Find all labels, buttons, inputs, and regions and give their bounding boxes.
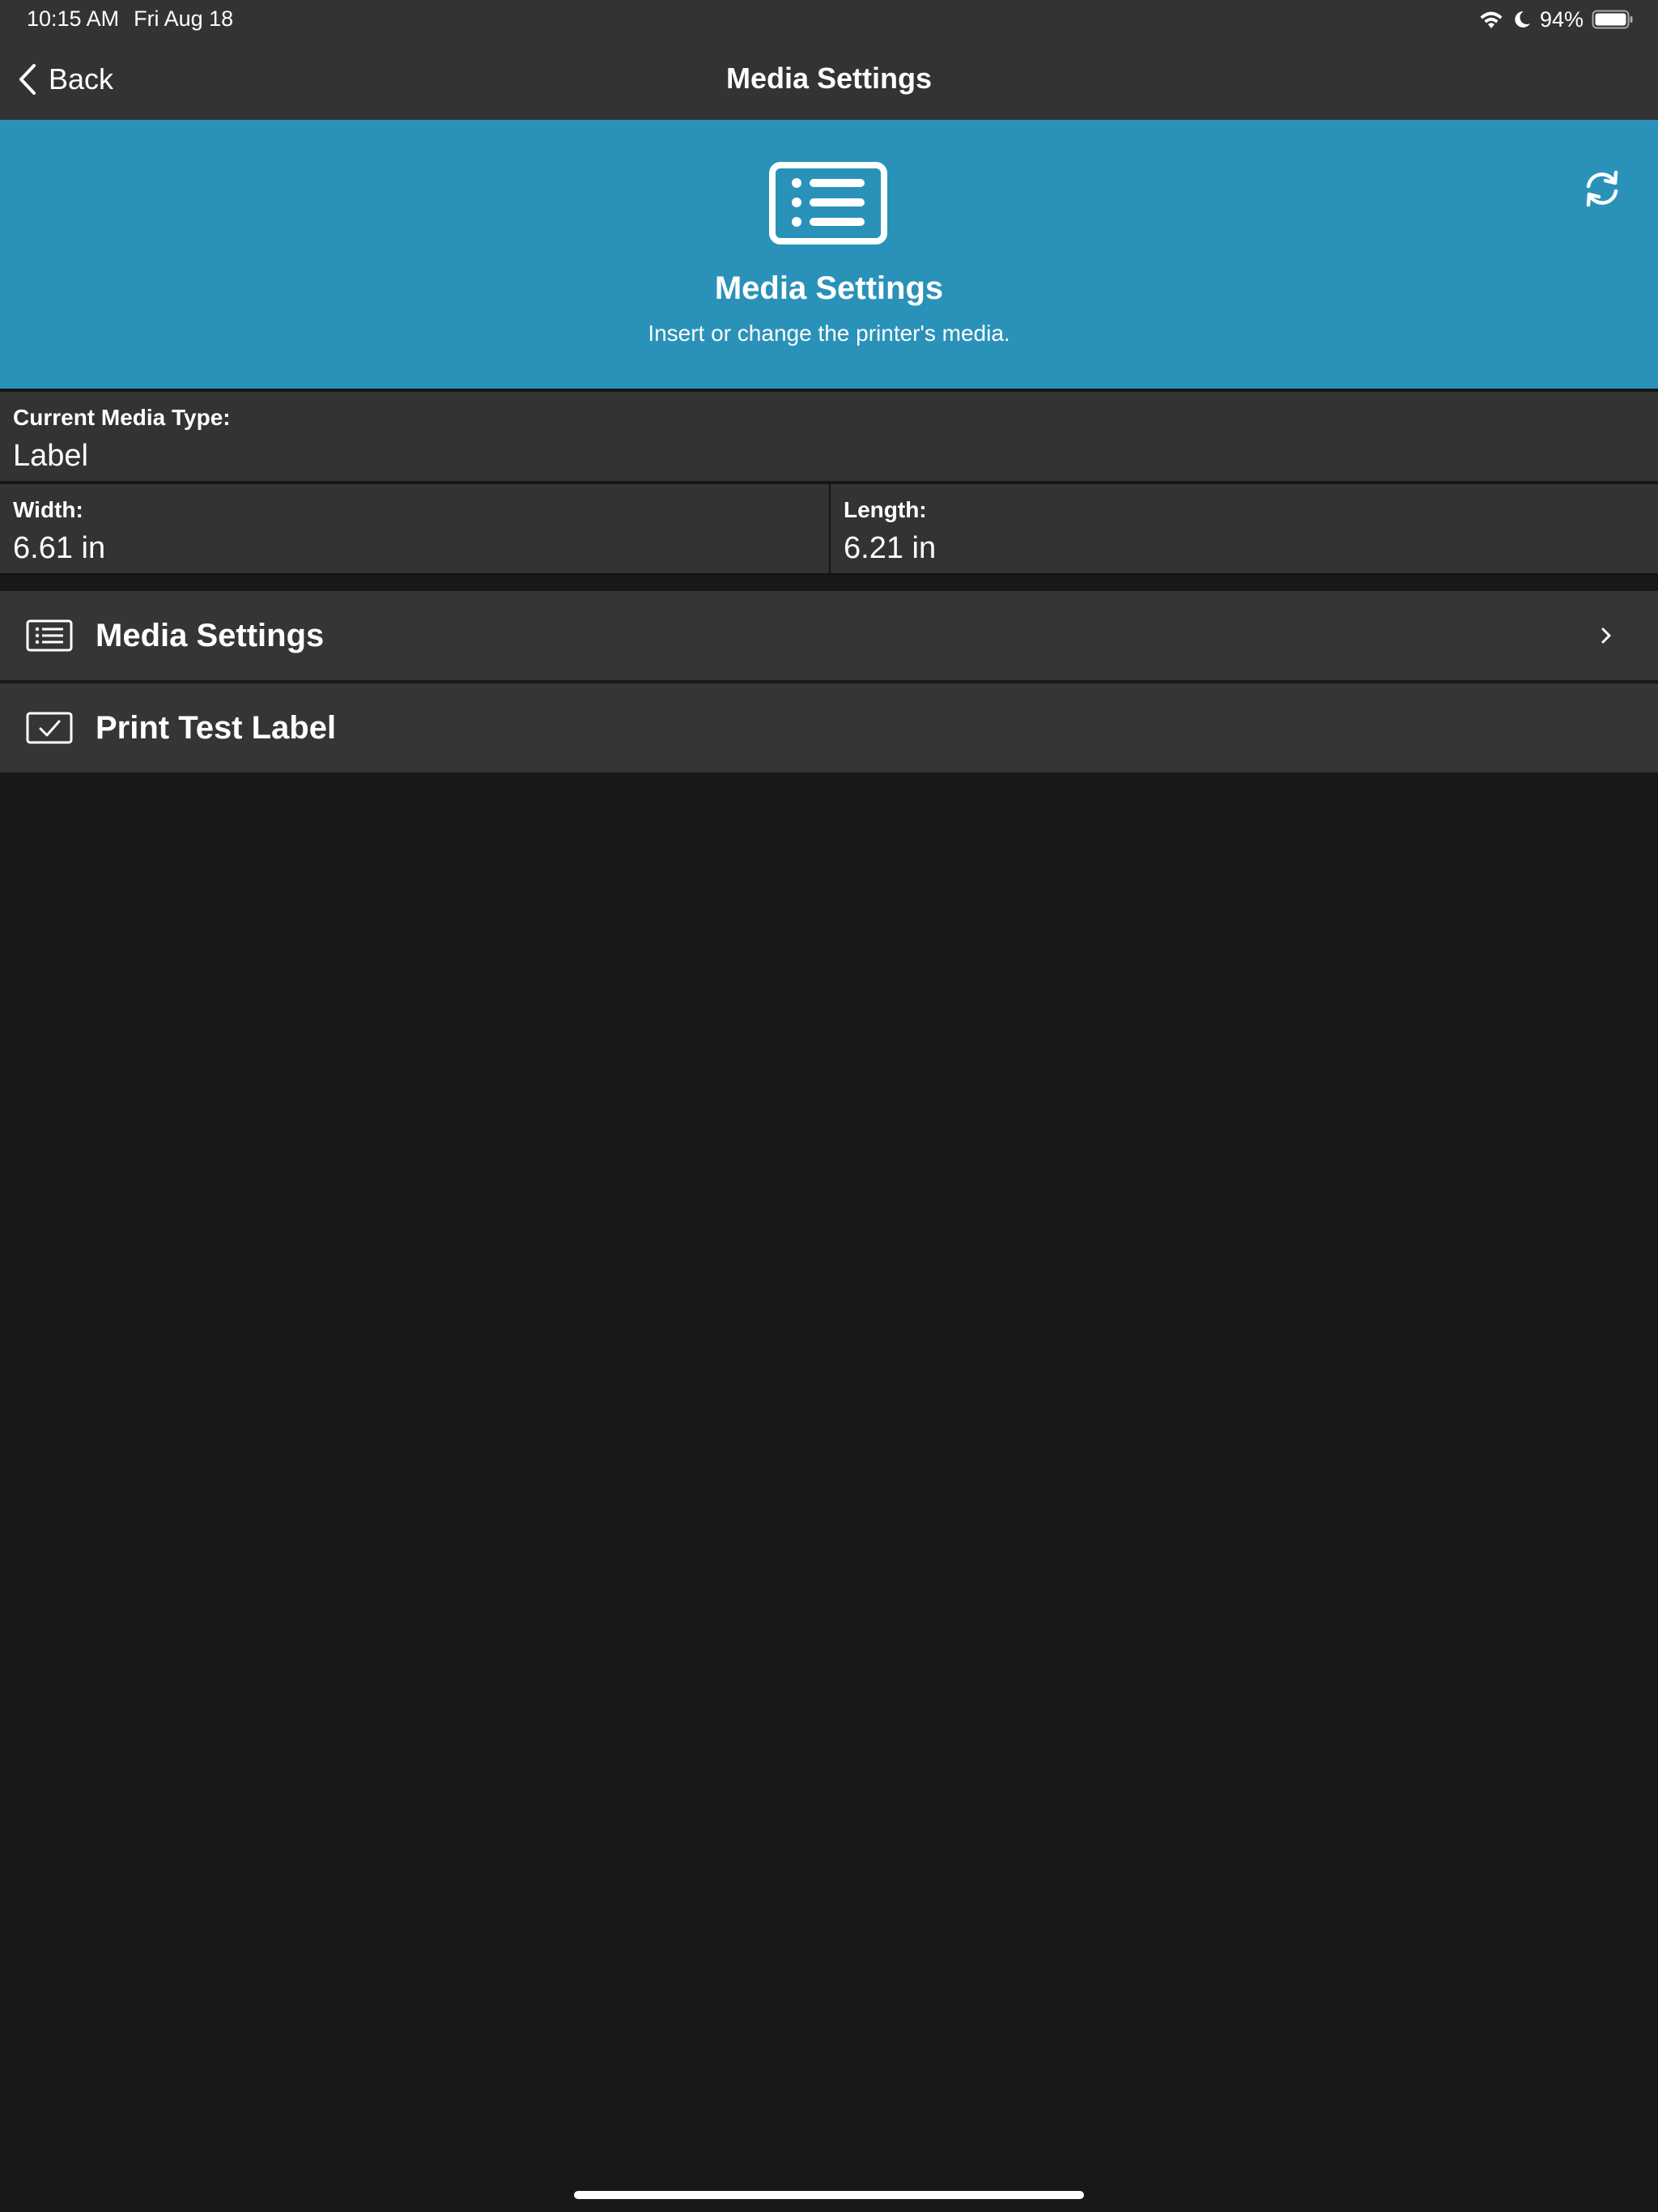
- media-type-value: Label: [13, 439, 88, 473]
- menu-item-print-test-label[interactable]: Print Test Label: [0, 683, 1658, 774]
- status-time: 10:15 AM Fri Aug 18: [27, 6, 233, 32]
- width-cell: Width: 6.61 in: [0, 484, 829, 575]
- list-card-icon: [769, 162, 887, 245]
- banner-subtitle: Insert or change the printer's media.: [648, 321, 1010, 346]
- width-label: Width:: [13, 497, 83, 522]
- length-value: 6.21 in: [844, 531, 937, 565]
- status-time-text: 10:15 AM: [27, 6, 120, 31]
- banner-title: Media Settings: [714, 270, 944, 306]
- battery-icon: [1592, 10, 1633, 29]
- list-icon: [26, 619, 73, 652]
- media-dimensions-row: Width: 6.61 in Length: 6.21 in: [0, 484, 1658, 575]
- length-label: Length:: [844, 497, 927, 522]
- width-value: 6.61 in: [13, 531, 106, 565]
- header-banner: Media Settings Insert or change the prin…: [0, 120, 1658, 390]
- page-title: Media Settings: [725, 62, 933, 95]
- menu-item-label: Print Test Label: [96, 709, 337, 746]
- length-cell: Length: 6.21 in: [829, 484, 1658, 575]
- status-indicators: 94%: [1478, 5, 1634, 34]
- navigation-bar: Back Media Settings: [0, 39, 1658, 120]
- battery-percent: 94%: [1539, 6, 1584, 32]
- media-type-row: Current Media Type: Label: [0, 392, 1658, 483]
- menu-item-label: Media Settings: [96, 617, 325, 653]
- moon-icon: [1515, 11, 1530, 28]
- menu-item-media-settings[interactable]: Media Settings: [0, 591, 1658, 682]
- refresh-icon[interactable]: [1582, 168, 1622, 209]
- home-indicator[interactable]: [574, 2191, 1084, 2199]
- status-date: Fri Aug 18: [134, 6, 234, 31]
- chevron-right-icon: [1601, 627, 1611, 644]
- status-bar: 10:15 AM Fri Aug 18 94%: [0, 0, 1658, 39]
- media-type-label: Current Media Type:: [13, 405, 231, 430]
- wifi-icon: [1480, 11, 1503, 28]
- checkbox-label-icon: [26, 712, 73, 744]
